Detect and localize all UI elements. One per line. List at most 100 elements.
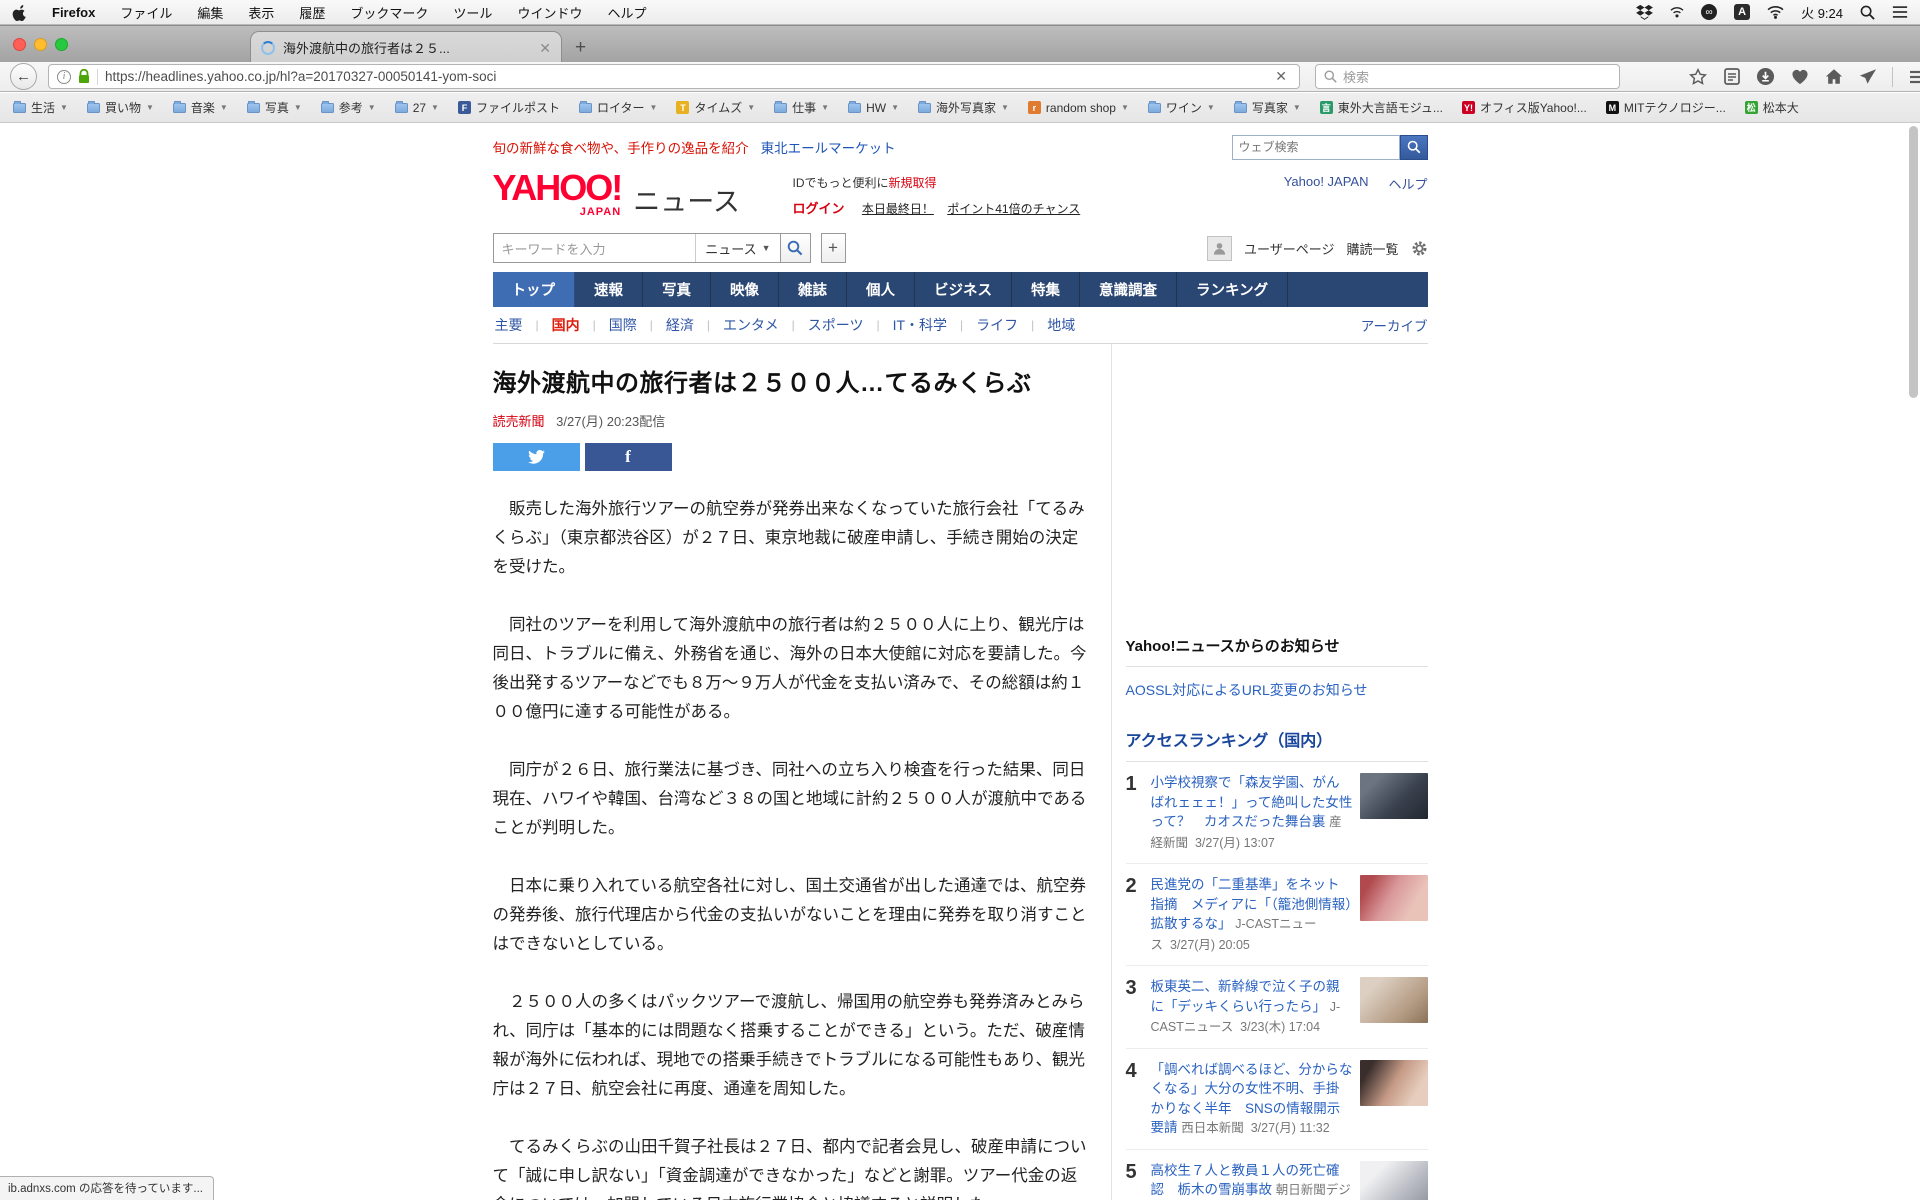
bookmark-item[interactable]: 生活 ▼ xyxy=(13,99,68,116)
subnav-item-国際[interactable]: 国際 xyxy=(607,315,639,335)
notice-link[interactable]: AOSSL対応によるURL変更のお知らせ xyxy=(1126,680,1428,700)
ranking-thumbnail[interactable] xyxy=(1359,1160,1428,1200)
nav-tab-映像[interactable]: 映像 xyxy=(711,272,779,307)
bookmark-item[interactable]: r random shop ▼ xyxy=(1027,101,1129,115)
menubar-item-bookmarks[interactable]: ブックマーク xyxy=(350,3,428,22)
dropbox-icon[interactable] xyxy=(1636,3,1653,21)
keyword-search-input[interactable]: キーワードを入力 ニュース ▼ xyxy=(492,233,781,263)
bookmark-item[interactable]: 言東外大言語モジュ... xyxy=(1319,99,1443,116)
https-lock-icon[interactable] xyxy=(78,69,90,84)
service-name[interactable]: ニュース xyxy=(633,189,740,218)
login-link[interactable]: ログイン xyxy=(793,201,845,216)
bookmark-item[interactable]: ロイター ▼ xyxy=(578,99,657,116)
menubar-item-window[interactable]: ウインドウ xyxy=(517,3,582,22)
nav-tab-写真[interactable]: 写真 xyxy=(643,272,711,307)
menubar-item-history[interactable]: 履歴 xyxy=(299,3,325,22)
bookmark-item[interactable]: 海外写真家 ▼ xyxy=(917,99,1009,116)
tab-close-icon[interactable]: ✕ xyxy=(539,41,551,55)
article-source-link[interactable]: 読売新聞 xyxy=(493,414,545,429)
bookmark-item[interactable]: 写真 ▼ xyxy=(246,99,302,116)
ranking-thumbnail[interactable] xyxy=(1359,773,1428,819)
bookmark-item[interactable]: T タイムズ ▼ xyxy=(676,99,755,116)
creative-cloud-icon[interactable]: ∞ xyxy=(1701,4,1718,20)
subnav-item-スポーツ[interactable]: スポーツ xyxy=(806,315,866,335)
nav-tab-特集[interactable]: 特集 xyxy=(1012,272,1080,307)
campaign-link-1[interactable]: 本日最終日！ xyxy=(862,202,934,216)
bookmark-item[interactable]: 松松本大 xyxy=(1744,99,1799,116)
bookmark-item[interactable]: 参考 ▼ xyxy=(320,99,376,116)
menubar-item-view[interactable]: 表示 xyxy=(248,3,274,22)
yahoo-search-button[interactable] xyxy=(780,233,811,263)
nav-tab-意識調査[interactable]: 意識調査 xyxy=(1080,272,1177,307)
help-link[interactable]: ヘルプ xyxy=(1388,174,1427,193)
search-category-dropdown[interactable]: ニュース ▼ xyxy=(695,234,779,262)
menubar-item-edit[interactable]: 編集 xyxy=(197,3,223,22)
web-search-button[interactable] xyxy=(1399,134,1428,160)
bookmark-item[interactable]: M MITテクノロジー... xyxy=(1605,99,1726,116)
downloads-icon[interactable] xyxy=(1756,67,1775,86)
menubar-item-file[interactable]: ファイル xyxy=(120,3,172,22)
page-scrollbar[interactable] xyxy=(1909,126,1918,1196)
user-page-link[interactable]: ユーザーページ xyxy=(1244,239,1334,258)
browser-search-field[interactable]: 検索 xyxy=(1315,64,1620,89)
promo-link[interactable]: 東北エールマーケット xyxy=(761,137,896,157)
wifi-small-icon[interactable] xyxy=(1670,3,1684,21)
nav-tab-個人[interactable]: 個人 xyxy=(847,272,915,307)
nav-tab-ビジネス[interactable]: ビジネス xyxy=(915,272,1012,307)
user-avatar-icon[interactable] xyxy=(1207,235,1232,261)
yahoo-logo[interactable]: YAHOO! JAPAN xyxy=(493,170,624,219)
campaign-link-2[interactable]: ポイント41倍のチャンス xyxy=(947,202,1080,216)
ranking-thumbnail[interactable] xyxy=(1359,1059,1428,1106)
bookmark-item[interactable]: 仕事 ▼ xyxy=(774,99,829,116)
scrollbar-thumb[interactable] xyxy=(1909,126,1918,398)
window-close-button[interactable] xyxy=(13,38,26,51)
subnav-item-主要[interactable]: 主要 xyxy=(493,315,525,335)
bookmark-item[interactable]: 27 ▼ xyxy=(394,100,439,115)
subnav-item-地域[interactable]: 地域 xyxy=(1045,315,1077,335)
ranking-thumbnail[interactable] xyxy=(1359,977,1428,1023)
bookmark-item[interactable]: 音楽 ▼ xyxy=(172,99,228,116)
nav-tab-雑誌[interactable]: 雑誌 xyxy=(779,272,847,307)
notification-center-icon[interactable] xyxy=(1892,3,1908,21)
stop-loading-icon[interactable]: ✕ xyxy=(1271,68,1291,85)
new-tab-button[interactable]: + xyxy=(575,38,586,57)
menubar-clock[interactable]: 火 9:24 xyxy=(1801,3,1843,22)
menubar-item-tools[interactable]: ツール xyxy=(453,3,492,22)
reading-list-icon[interactable] xyxy=(1722,67,1741,86)
spotlight-search-icon[interactable] xyxy=(1860,3,1875,21)
wifi-icon[interactable] xyxy=(1767,3,1784,21)
twitter-share-button[interactable] xyxy=(492,443,580,471)
subnav-item-ライフ[interactable]: ライフ xyxy=(974,315,1020,335)
back-button[interactable]: ← xyxy=(10,63,37,90)
bookmark-item[interactable]: F ファイルポスト xyxy=(457,99,560,116)
share-icon[interactable] xyxy=(1858,67,1877,86)
url-bar[interactable]: i https://headlines.yahoo.co.jp/hl?a=201… xyxy=(48,64,1300,89)
archive-link[interactable]: アーカイブ xyxy=(1361,315,1428,335)
nav-tab-ランキング[interactable]: ランキング xyxy=(1177,272,1289,307)
bookmark-item[interactable]: ワイン ▼ xyxy=(1147,99,1215,116)
nav-tab-トップ[interactable]: トップ xyxy=(492,272,575,307)
ranking-link[interactable]: 板東英二、新幹線で泣く子の親に「デッキくらい行ったら」 xyxy=(1151,979,1340,1014)
pocket-heart-icon[interactable] xyxy=(1790,67,1809,86)
subnav-item-エンタメ[interactable]: エンタメ xyxy=(721,315,781,335)
bookmark-item[interactable]: Y! オフィス版Yahoo!... xyxy=(1461,99,1587,116)
nav-tab-速報[interactable]: 速報 xyxy=(575,272,643,307)
menubar-item-help[interactable]: ヘルプ xyxy=(607,3,646,22)
subnav-item-経済[interactable]: 経済 xyxy=(664,315,696,335)
settings-gear-icon[interactable] xyxy=(1411,240,1428,257)
add-tab-search-button[interactable]: + xyxy=(820,233,846,263)
home-icon[interactable] xyxy=(1824,67,1843,86)
subnav-item-IT・科学[interactable]: IT・科学 xyxy=(891,315,949,335)
menubar-app-name[interactable]: Firefox xyxy=(52,5,95,20)
web-search-input[interactable] xyxy=(1231,134,1400,160)
apple-logo-icon[interactable] xyxy=(12,3,27,21)
id-register-link[interactable]: 新規取得 xyxy=(889,176,937,190)
window-zoom-button[interactable] xyxy=(55,38,68,51)
menu-hamburger-icon[interactable] xyxy=(1908,67,1920,86)
bookmark-star-icon[interactable] xyxy=(1688,67,1707,86)
subnav-item-国内[interactable]: 国内 xyxy=(550,315,582,335)
subscription-list-link[interactable]: 購読一覧 xyxy=(1346,239,1398,258)
bookmark-item[interactable]: 写真家 ▼ xyxy=(1233,99,1301,116)
page-info-icon[interactable]: i xyxy=(57,69,71,84)
facebook-share-button[interactable]: f xyxy=(584,443,672,471)
